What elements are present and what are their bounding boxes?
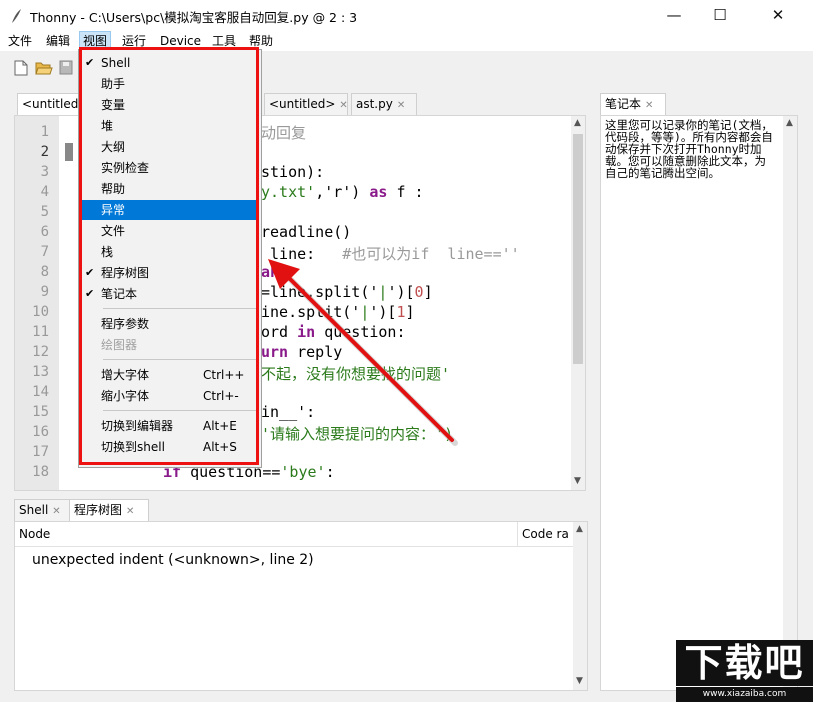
column-node[interactable]: Node [19,527,50,541]
watermark-text: 下载吧 [676,640,813,686]
line-number: 16 [15,424,49,440]
line-number: 11 [15,324,49,340]
bottom-scrollbar[interactable]: ▲ ▼ [573,522,587,690]
thonny-logo-icon [9,8,23,24]
column-divider[interactable] [517,522,518,546]
code-text: f : [387,183,423,201]
code-text: ,'r') [315,183,369,201]
open-file-icon[interactable] [35,60,53,76]
tab-untitled-2[interactable]: <untitled> ✕ [264,93,348,115]
scroll-up-icon[interactable]: ▲ [574,118,581,128]
code-line-6: readline() [261,223,351,241]
code-line-3: stion): [261,163,324,181]
tree-header: Node Code ra [15,522,573,547]
code-keyword: as [369,183,387,201]
line-number: 1 [15,124,49,140]
bottom-tab-bar: Shell ✕ 程序树图 ✕ [14,499,214,521]
line-number: 13 [15,364,49,380]
line-number: 12 [15,344,49,360]
line-number: 15 [15,404,49,420]
line-number: 9 [15,284,49,300]
error-message: unexpected indent (<unknown>, line 2) [32,552,314,568]
tab-label: 程序树图 [74,503,122,517]
line-number: 5 [15,204,49,220]
line-number: 2 [15,144,49,160]
ast-tree-panel: Node Code ra unexpected indent (<unknown… [14,521,588,691]
close-tab-icon[interactable]: ✕ [126,506,134,517]
line-number-gutter: 1 2 3 4 5 6 7 8 9 10 11 12 13 14 15 16 1… [15,116,59,490]
tab-ast-py[interactable]: ast.py ✕ [351,93,417,115]
line-number: 18 [15,464,49,480]
new-file-icon[interactable] [14,60,28,76]
tab-label: Shell [19,503,48,517]
annotation-highlight-box [79,47,259,465]
notes-text[interactable]: 这里您可以记录你的笔记(文档，代码段，等等)。所有内容都会自动保存并下次打开Th… [605,119,777,179]
close-tab-icon[interactable]: ✕ [645,100,653,111]
line-number: 7 [15,244,49,260]
scroll-down-icon[interactable]: ▼ [576,676,583,686]
tab-ast-tree[interactable]: 程序树图 ✕ [69,499,149,521]
scroll-down-icon[interactable]: ▼ [574,476,581,486]
close-tab-icon[interactable]: ✕ [339,100,347,111]
watermark-url: www.xiazaiba.com [676,687,813,702]
tab-notes[interactable]: 笔记本 ✕ [600,93,666,115]
code-line-4: y.txt','r') as f : [261,183,424,201]
line-number: 6 [15,224,49,240]
code-text: : [326,463,335,481]
scroll-up-icon[interactable]: ▲ [786,118,793,128]
line-number: 10 [15,304,49,320]
close-tab-icon[interactable]: ✕ [397,100,405,111]
tab-shell[interactable]: Shell ✕ [14,499,70,521]
maximize-button[interactable]: ☐ [697,0,743,31]
menu-file[interactable]: 文件 [5,32,35,50]
scrollbar-thumb[interactable] [573,134,583,364]
notes-panel[interactable]: 这里您可以记录你的笔记(文档，代码段，等等)。所有内容都会自动保存并下次打开Th… [600,115,798,691]
tab-label: <untitled> [269,97,335,111]
line-number: 3 [15,164,49,180]
save-file-icon[interactable] [59,60,73,75]
notes-tab-bar: 笔记本 ✕ [600,93,800,115]
scroll-up-icon[interactable]: ▲ [576,524,583,534]
text-cursor-highlight [65,143,73,161]
line-number: 14 [15,384,49,400]
tab-label: ast.py [356,97,393,111]
annotation-arrow-icon [260,255,470,455]
line-number: 4 [15,184,49,200]
close-tab-icon[interactable]: ✕ [52,506,60,517]
window-title: Thonny - C:\Users\pc\模拟淘宝客服自动回复.py @ 2 :… [30,7,357,26]
tab-label: 笔记本 [605,97,641,111]
menu-edit[interactable]: 编辑 [43,32,73,50]
code-line-1: 动回复 [261,122,306,143]
column-code-range[interactable]: Code ra [522,527,569,541]
minimize-button[interactable]: — [651,0,697,31]
title-bar: Thonny - C:\Users\pc\模拟淘宝客服自动回复.py @ 2 :… [0,0,813,31]
editor-scrollbar[interactable]: ▲ ▼ [571,116,585,490]
watermark-logo: 下载吧 www.xiazaiba.com [676,640,813,702]
code-string: y.txt' [261,183,315,201]
line-number: 8 [15,264,49,280]
code-string: 'bye' [280,463,325,481]
tab-untitled-1[interactable]: <untitled> [17,93,87,115]
notes-scrollbar[interactable]: ▲ ▼ [783,116,797,690]
close-button[interactable]: ✕ [743,0,813,31]
line-number: 17 [15,444,49,460]
